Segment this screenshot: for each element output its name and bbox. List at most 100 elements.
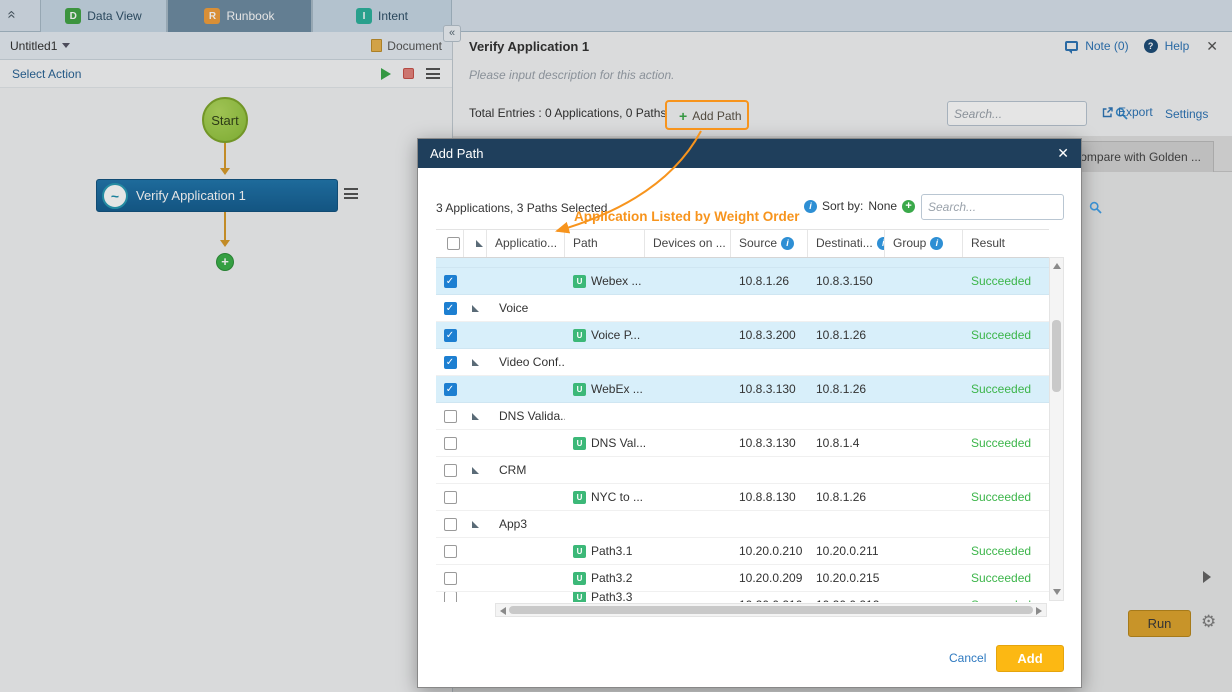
scroll-right-icon[interactable] bbox=[1036, 607, 1042, 615]
column-header[interactable]: Sourcei bbox=[731, 230, 808, 257]
path-row[interactable]: Path3.310.20.0.21010.20.0.212Succeeded bbox=[436, 592, 1049, 602]
row-checkbox[interactable] bbox=[444, 437, 457, 450]
collapse-group-icon[interactable] bbox=[472, 521, 479, 528]
search-input[interactable] bbox=[948, 102, 1115, 125]
group-row[interactable]: CRM bbox=[436, 457, 1049, 484]
run-all-icon[interactable] bbox=[381, 68, 391, 80]
group-row[interactable]: Voice bbox=[436, 295, 1049, 322]
collapse-up-icon[interactable]: « bbox=[4, 10, 21, 18]
info-icon[interactable]: i bbox=[877, 237, 885, 250]
source-cell: 10.20.0.210 bbox=[731, 592, 808, 602]
row-checkbox[interactable] bbox=[444, 572, 457, 585]
next-page-icon[interactable] bbox=[1203, 571, 1211, 583]
group-row[interactable]: DNS Valida... bbox=[436, 403, 1049, 430]
group-row[interactable]: Video Conf... bbox=[436, 349, 1049, 376]
path-name-cell: Webex ... bbox=[565, 268, 645, 294]
sort-by-value[interactable]: None bbox=[868, 199, 897, 213]
path-icon bbox=[573, 275, 586, 288]
group-row[interactable]: App3 bbox=[436, 511, 1049, 538]
scroll-down-icon[interactable] bbox=[1053, 589, 1061, 595]
collapse-group-icon[interactable] bbox=[472, 305, 479, 312]
scroll-left-icon[interactable] bbox=[500, 607, 506, 615]
help-icon: ? bbox=[1144, 39, 1158, 53]
destination-cell: 10.8.1.26 bbox=[808, 322, 885, 348]
path-row[interactable]: Voice P...10.8.3.20010.8.1.26Succeeded bbox=[436, 322, 1049, 349]
path-row[interactable]: Webex ...10.8.1.2610.8.3.150Succeeded bbox=[436, 268, 1049, 295]
collapse-group-icon[interactable] bbox=[472, 359, 479, 366]
row-checkbox[interactable] bbox=[444, 491, 457, 504]
row-checkbox[interactable] bbox=[444, 518, 457, 531]
note-button[interactable]: Note (0) bbox=[1085, 39, 1128, 53]
dialog-header[interactable]: Add Path ✕ bbox=[418, 139, 1081, 168]
scrollbar-thumb[interactable] bbox=[509, 606, 1033, 614]
add-sort-icon[interactable]: + bbox=[902, 200, 915, 213]
tab-data-view[interactable]: D Data View bbox=[40, 0, 167, 32]
menu-icon[interactable] bbox=[426, 68, 440, 79]
column-header[interactable]: Path bbox=[565, 230, 645, 257]
verify-application-node[interactable]: ~ Verify Application 1 bbox=[96, 179, 338, 212]
path-row[interactable]: Path3.210.20.0.20910.20.0.215Succeeded bbox=[436, 565, 1049, 592]
row-checkbox[interactable] bbox=[444, 275, 457, 288]
collapse-group-icon[interactable] bbox=[472, 413, 479, 420]
tab-intent[interactable]: I Intent bbox=[312, 0, 452, 32]
runbook-panel: Untitled1 Document Select Action Start ~… bbox=[0, 32, 452, 692]
settings-button[interactable]: Settings bbox=[1165, 107, 1208, 121]
info-icon[interactable]: i bbox=[804, 200, 817, 213]
row-checkbox[interactable] bbox=[444, 545, 457, 558]
path-name: Voice P... bbox=[591, 322, 640, 348]
gear-icon[interactable]: ⚙ bbox=[1201, 612, 1216, 632]
collapse-group-icon[interactable] bbox=[472, 467, 479, 474]
add-button[interactable]: Add bbox=[996, 645, 1064, 672]
column-header[interactable]: Devices on ... bbox=[645, 230, 731, 257]
path-name-cell bbox=[565, 511, 645, 537]
add-path-button[interactable]: + Add Path bbox=[669, 103, 752, 128]
start-node[interactable]: Start bbox=[202, 97, 248, 143]
expand-all-icon[interactable] bbox=[476, 240, 483, 247]
row-checkbox[interactable] bbox=[444, 464, 457, 477]
tab-runbook[interactable]: R Runbook bbox=[167, 0, 312, 32]
column-header[interactable]: Destinati...i bbox=[808, 230, 885, 257]
document-toggle[interactable]: Document bbox=[371, 39, 442, 53]
info-icon[interactable]: i bbox=[930, 237, 943, 250]
row-checkbox[interactable] bbox=[444, 410, 457, 423]
column-header[interactable]: Result bbox=[963, 230, 1049, 257]
application-name-cell bbox=[487, 322, 565, 348]
chevron-down-icon[interactable] bbox=[62, 43, 70, 48]
path-row[interactable]: WebEx ...10.8.3.13010.8.1.26Succeeded bbox=[436, 376, 1049, 403]
scroll-up-icon[interactable] bbox=[1053, 263, 1061, 269]
row-checkbox[interactable] bbox=[444, 329, 457, 342]
close-icon[interactable]: ✕ bbox=[1206, 38, 1218, 55]
column-header[interactable]: Groupi bbox=[885, 230, 963, 257]
scrollbar-thumb[interactable] bbox=[1052, 320, 1061, 392]
horizontal-scrollbar[interactable] bbox=[495, 603, 1047, 617]
stop-icon[interactable] bbox=[403, 68, 414, 79]
cancel-button[interactable]: Cancel bbox=[949, 651, 986, 665]
search-input[interactable] bbox=[922, 195, 1089, 219]
add-step-button[interactable]: + bbox=[216, 253, 234, 271]
select-all-checkbox[interactable] bbox=[447, 237, 460, 250]
column-header[interactable]: Applicatio... bbox=[487, 230, 565, 257]
search-icon[interactable] bbox=[1089, 201, 1102, 214]
export-button[interactable]: Export bbox=[1101, 105, 1153, 119]
path-name-cell bbox=[565, 349, 645, 375]
path-verification-icon: ~ bbox=[102, 183, 128, 209]
row-checkbox[interactable] bbox=[444, 356, 457, 369]
node-menu-icon[interactable] bbox=[344, 188, 358, 199]
vertical-scrollbar[interactable] bbox=[1049, 257, 1064, 601]
group-cell bbox=[885, 295, 963, 321]
source-cell: 10.8.3.130 bbox=[731, 376, 808, 402]
path-row[interactable] bbox=[436, 258, 1049, 268]
info-icon[interactable]: i bbox=[781, 237, 794, 250]
path-row[interactable]: NYC to ...10.8.8.13010.8.1.26Succeeded bbox=[436, 484, 1049, 511]
row-checkbox[interactable] bbox=[444, 302, 457, 315]
row-checkbox[interactable] bbox=[444, 383, 457, 396]
row-checkbox[interactable] bbox=[444, 592, 457, 602]
help-button[interactable]: Help bbox=[1165, 39, 1190, 53]
close-icon[interactable]: ✕ bbox=[1057, 145, 1069, 162]
flow-connector bbox=[224, 143, 226, 169]
run-button[interactable]: Run bbox=[1128, 610, 1191, 637]
description-placeholder[interactable]: Please input description for this action… bbox=[469, 60, 674, 90]
path-row[interactable]: Path3.110.20.0.21010.20.0.211Succeeded bbox=[436, 538, 1049, 565]
collapse-panel-icon[interactable]: « bbox=[443, 25, 461, 42]
path-row[interactable]: DNS Val...10.8.3.13010.8.1.4Succeeded bbox=[436, 430, 1049, 457]
